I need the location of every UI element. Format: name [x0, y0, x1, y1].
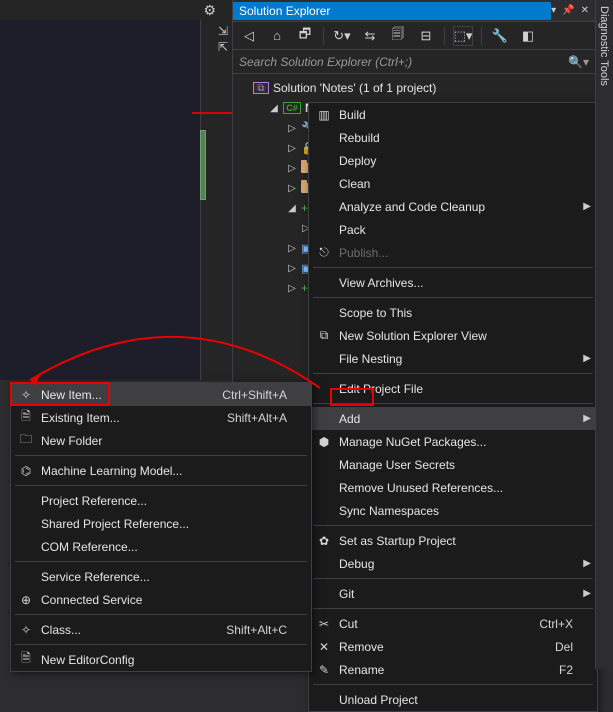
rename-icon: ✎	[315, 663, 333, 677]
menu-nuget[interactable]: ⬢Manage NuGet Packages...	[309, 430, 597, 453]
close-icon[interactable]: ✕	[581, 5, 589, 16]
solution-node[interactable]: ⧉ Solution 'Notes' (1 of 1 project)	[239, 78, 595, 98]
editorconfig-icon: 🗎	[17, 649, 35, 670]
class-icon: ✧	[17, 623, 35, 637]
submenu-new-item[interactable]: ✧New Item...Ctrl+Shift+A	[11, 383, 311, 406]
menu-pack[interactable]: Pack	[309, 218, 597, 241]
submenu-class[interactable]: ✧Class...Shift+Alt+C	[11, 618, 311, 641]
solution-toolbar: ◁ ⌂ 🗗 ↻▾ ⇆ 🗐 ⊟ ⬚▾ 🔧 ◧	[233, 22, 595, 50]
csharp-project-icon: C#	[283, 102, 301, 114]
remove-icon: ✕	[315, 640, 333, 654]
back-icon[interactable]: ◁	[239, 26, 259, 46]
cut-icon: ✂	[315, 617, 333, 631]
side-tab-strip: Diagnostic Tools	[595, 0, 613, 669]
new-item-icon: ✧	[17, 388, 35, 402]
nuget-icon: ⬢	[315, 435, 333, 449]
submenu-ml[interactable]: ⌬Machine Learning Model...	[11, 459, 311, 482]
menu-publish: ⎋Publish...	[309, 241, 597, 264]
submenu-existing[interactable]: 🗎Existing Item...Shift+Alt+A	[11, 406, 311, 429]
menu-rebuild[interactable]: Rebuild	[309, 126, 597, 149]
menu-filenesting[interactable]: File Nesting▶	[309, 347, 597, 370]
change-indicator	[200, 130, 206, 200]
switch-view-icon[interactable]: 🗗	[295, 26, 315, 46]
submenu-comref[interactable]: COM Reference...	[11, 535, 311, 558]
connected-service-icon: ⊕	[17, 593, 35, 607]
submenu-editorcfg[interactable]: 🗎New EditorConfig	[11, 648, 311, 671]
chevron-right-icon: ▶	[583, 413, 591, 424]
outdent-icon[interactable]: ⇲	[218, 24, 228, 38]
menu-removerefs[interactable]: Remove Unused References...	[309, 476, 597, 499]
chevron-down-icon[interactable]: ◢	[269, 103, 279, 114]
collapse-icon[interactable]: ⊟	[416, 26, 436, 46]
menu-secrets[interactable]: Manage User Secrets	[309, 453, 597, 476]
menu-rename[interactable]: ✎RenameF2	[309, 658, 597, 681]
submenu-connsvc[interactable]: ⊕Connected Service	[11, 588, 311, 611]
new-folder-icon: 🗀	[17, 430, 35, 451]
show-all-icon[interactable]: 🗐	[388, 26, 408, 46]
properties-icon[interactable]: 🔧	[490, 26, 510, 46]
menu-clean[interactable]: Clean	[309, 172, 597, 195]
menu-unload[interactable]: Unload Project	[309, 688, 597, 711]
build-icon: ▥	[315, 108, 333, 122]
solution-label: Solution 'Notes' (1 of 1 project)	[273, 81, 436, 95]
menu-syncns[interactable]: Sync Namespaces	[309, 499, 597, 522]
project-context-menu: ▥Build Rebuild Deploy Clean Analyze and …	[308, 102, 598, 712]
editor-tab-bar: ⚙	[0, 0, 232, 20]
existing-item-icon: 🗎	[17, 407, 35, 428]
menu-startup[interactable]: ✿Set as Startup Project	[309, 529, 597, 552]
menu-archives[interactable]: View Archives...	[309, 271, 597, 294]
chevron-right-icon: ▶	[583, 201, 591, 212]
menu-cut[interactable]: ✂CutCtrl+X	[309, 612, 597, 635]
submenu-sharedref[interactable]: Shared Project Reference...	[11, 512, 311, 535]
search-placeholder: Search Solution Explorer (Ctrl+;)	[239, 55, 568, 69]
menu-add[interactable]: Add▶	[309, 407, 597, 430]
search-bar[interactable]: Search Solution Explorer (Ctrl+;) 🔍▾	[233, 50, 595, 74]
add-submenu: ✧New Item...Ctrl+Shift+A 🗎Existing Item.…	[10, 382, 312, 672]
submenu-newfolder[interactable]: 🗀New Folder	[11, 429, 311, 452]
new-view-icon: ⧉	[315, 328, 333, 343]
menu-debug[interactable]: Debug▶	[309, 552, 597, 575]
chevron-right-icon: ▶	[583, 353, 591, 364]
publish-icon: ⎋	[315, 245, 333, 260]
solution-icon: ⧉	[253, 82, 269, 94]
menu-remove[interactable]: ✕RemoveDel	[309, 635, 597, 658]
menu-deploy[interactable]: Deploy	[309, 149, 597, 172]
panel-title: Solution Explorer	[233, 2, 551, 20]
pin-icon[interactable]: 📌	[562, 5, 574, 16]
menu-scope[interactable]: Scope to This	[309, 301, 597, 324]
view-icon[interactable]: ⬚▾	[453, 26, 473, 46]
search-icon[interactable]: 🔍▾	[568, 55, 589, 69]
menu-analyze[interactable]: Analyze and Code Cleanup▶	[309, 195, 597, 218]
diagnostic-tools-tab[interactable]: Diagnostic Tools	[596, 0, 612, 92]
submenu-projref[interactable]: Project Reference...	[11, 489, 311, 512]
editor-area	[0, 0, 232, 380]
preview-icon[interactable]: ◧	[518, 26, 538, 46]
dropdown-icon[interactable]: ▾	[551, 5, 556, 16]
submenu-svcref[interactable]: Service Reference...	[11, 565, 311, 588]
history-icon[interactable]: ↻▾	[332, 26, 352, 46]
ml-icon: ⌬	[17, 464, 35, 478]
home-icon[interactable]: ⌂	[267, 26, 287, 46]
editor-gutter: ⇲ ⇱	[200, 20, 232, 380]
menu-git[interactable]: Git▶	[309, 582, 597, 605]
gear-icon[interactable]: ⚙	[203, 2, 216, 19]
menu-newview[interactable]: ⧉New Solution Explorer View	[309, 324, 597, 347]
sync-icon[interactable]: ⇆	[360, 26, 380, 46]
chevron-right-icon: ▶	[583, 558, 591, 569]
menu-editproj[interactable]: Edit Project File	[309, 377, 597, 400]
chevron-right-icon: ▶	[583, 588, 591, 599]
indent-icon[interactable]: ⇱	[218, 40, 228, 54]
menu-build[interactable]: ▥Build	[309, 103, 597, 126]
startup-icon: ✿	[315, 534, 333, 548]
